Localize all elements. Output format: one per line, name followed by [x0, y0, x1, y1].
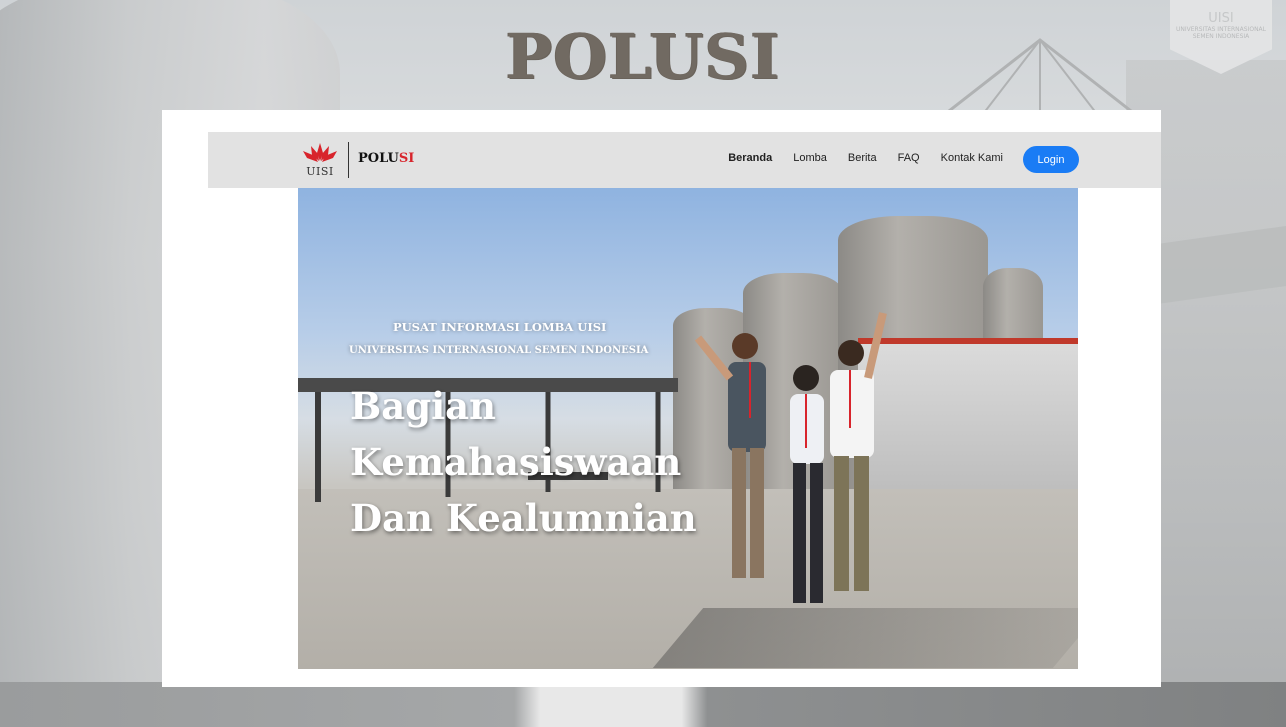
nav-links: Beranda Lomba Berita FAQ Kontak Kami [728, 152, 1003, 164]
nav-link-kontak-kami[interactable]: Kontak Kami [941, 152, 1003, 164]
nav-link-beranda[interactable]: Beranda [728, 152, 772, 164]
lotus-icon [303, 143, 337, 162]
nav-link-faq[interactable]: FAQ [898, 152, 920, 164]
hero-heading-line: Dan Kealumnian [350, 496, 697, 540]
hero-banner: PUSAT INFORMASI LOMBA UISI UNIVERSITAS I… [298, 188, 1078, 669]
website-screenshot-frame: UISI POLUSI Beranda Lomba Berita FAQ Kon… [162, 110, 1161, 687]
brand-name[interactable]: POLUSI [358, 151, 414, 166]
brand-accent: SI [398, 151, 415, 166]
logo-divider [348, 142, 349, 178]
slide-title: POLUSI [505, 20, 781, 93]
login-button[interactable]: Login [1023, 146, 1079, 173]
uisi-logo[interactable]: UISI [300, 141, 340, 181]
hero-subtitle: UNIVERSITAS INTERNASIONAL SEMEN INDONESI… [349, 345, 649, 356]
hero-heading-line: Kemahasiswaan [350, 440, 682, 484]
logo-text: UISI [306, 165, 334, 178]
site-navbar: UISI POLUSI Beranda Lomba Berita FAQ Kon… [208, 132, 1161, 188]
hero-kicker: PUSAT INFORMASI LOMBA UISI [393, 320, 607, 334]
hero-heading-line: Bagian [350, 384, 497, 428]
hero-heading: Bagian Kemahasiswaan Dan Kealumnian [350, 378, 697, 546]
nav-link-berita[interactable]: Berita [848, 152, 877, 164]
brand-main: POLU [358, 151, 399, 166]
background-floor [0, 682, 1286, 727]
nav-link-lomba[interactable]: Lomba [793, 152, 827, 164]
